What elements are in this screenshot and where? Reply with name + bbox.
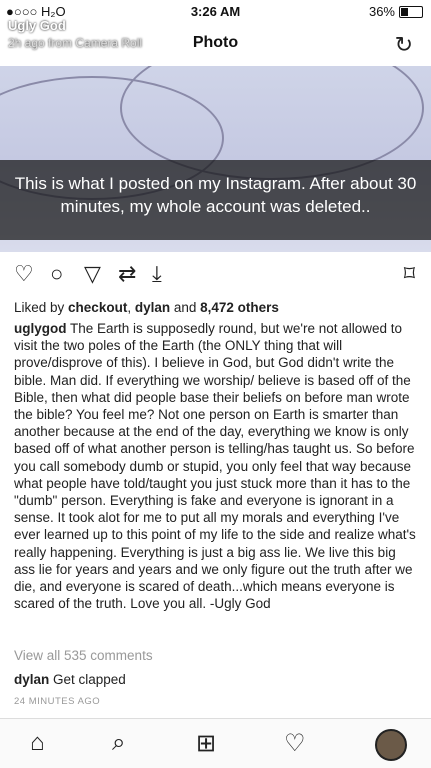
comment-item: dylan Get clapped [14,672,126,687]
comment-author[interactable]: dylan [14,672,49,687]
page-title: Photo [192,34,239,51]
like-user-checkout[interactable]: checkout [68,300,127,315]
home-icon[interactable]: ⌂ [30,729,45,757]
likes-prefix: Liked by [14,300,69,315]
heart-icon[interactable]: ♡ [14,261,34,287]
battery-percent: 36% [368,4,395,19]
activity-icon[interactable]: ♡ [284,729,306,758]
profile-avatar[interactable] [375,729,407,761]
post-author[interactable]: uglygod [14,321,67,336]
add-icon[interactable]: ⊞ [196,729,216,758]
battery-indicator: 36% [369,4,423,19]
like-user-dylan[interactable]: dylan [135,300,170,315]
post-caption: uglygod The Earth is supposedly round, b… [14,320,418,612]
repost-icon[interactable]: ⇄ [118,261,136,287]
snap-username: Ugly God [8,18,66,33]
battery-icon [399,5,423,18]
likes-summary[interactable]: Liked by checkout, dylan and 8,472 other… [14,300,279,315]
post-time-ago: 24 MINUTES AGO [14,696,101,707]
status-time: 3:26 AM [190,4,241,19]
caption-text: This is what I posted on my Instagram. A… [14,174,417,216]
likes-sep: and [170,300,201,315]
comment-icon[interactable]: ○ [50,261,63,287]
view-all-comments[interactable]: View all 535 comments [14,648,153,663]
post-actions: ♡ ○ ▽ ⇄ ⤓ ⌑ [0,255,431,293]
bookmark-icon[interactable]: ⌑ [404,261,415,287]
comment-text: Get clapped [49,672,126,687]
search-icon[interactable]: ⌕ [112,729,125,757]
send-icon[interactable]: ▽ [84,261,101,287]
post-text: The Earth is supposedly round, but we're… [14,321,416,612]
tab-bar: ⌂ ⌕ ⊞ ♡ [0,718,431,768]
download-icon[interactable]: ⤓ [152,261,162,287]
likes-count[interactable]: 8,472 others [200,300,279,315]
refresh-icon[interactable]: ↻ [395,32,413,58]
likes-sep: , [127,300,135,315]
